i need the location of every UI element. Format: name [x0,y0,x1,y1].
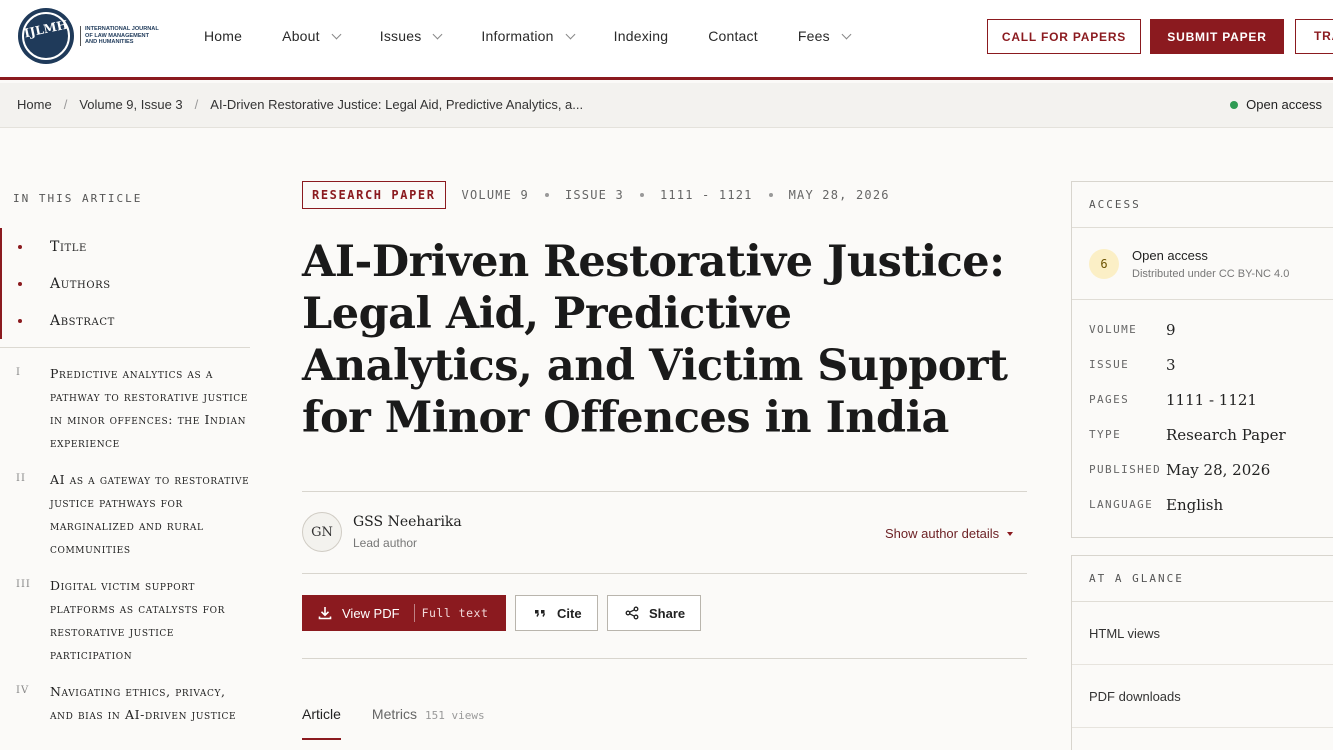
cite-button[interactable]: Cite [515,595,598,631]
meta-separator [544,193,549,197]
open-access-badge: 6 [1089,248,1119,279]
nav-issues[interactable]: Issues [380,26,443,46]
nav-home[interactable]: Home [204,26,242,46]
breadcrumb: Home / Volume 9, Issue 3 / AI-Driven Res… [17,97,583,112]
tab-article[interactable]: Article [302,706,341,740]
share-button[interactable]: Share [607,595,701,631]
views-count: 151 views [425,709,485,722]
toc-section-3[interactable]: III Digital victim support platforms as … [0,574,252,666]
nav-contact[interactable]: Contact [708,26,758,46]
toc-section-4[interactable]: IV Navigating ethics, privacy, and bias … [0,680,252,726]
toc-main-list: Title Authors Abstract [0,228,252,339]
author-role: Lead author [353,536,418,550]
download-icon [318,607,332,620]
breadcrumb-issue[interactable]: Volume 9, Issue 3 [79,97,182,112]
meta-separator [639,193,644,197]
detail-volume: VOLUME 9 [1089,320,1176,339]
toc-heading: IN THIS ARTICLE [13,192,143,205]
open-access-indicator: Open access [1230,97,1322,112]
meta-date: MAY 28, 2026 [788,188,890,202]
open-access-row: 6 Open access Distributed under CC BY-NC… [1072,228,1333,300]
nav-about[interactable]: About [282,26,342,46]
article-actions: View PDF Full text Cite Share [302,595,701,631]
article-type-badge: RESEARCH PAPER [302,181,446,209]
access-panel: ACCESS 6 Open access Distributed under C… [1071,181,1333,538]
detail-language: LANGUAGE English [1089,495,1224,514]
nav-fees[interactable]: Fees [798,26,852,46]
glance-panel-heading: AT A GLANCE [1072,556,1333,602]
journal-logo[interactable]: IJLMH International Journal of Law Manag… [18,8,160,64]
breadcrumb-current: AI-Driven Restorative Justice: Legal Aid… [210,97,584,112]
glance-html-views: HTML views [1072,602,1333,665]
divider [302,491,1027,492]
chevron-down-icon [565,29,576,39]
caret-down-icon [1007,531,1014,536]
breadcrumb-home[interactable]: Home [17,97,52,112]
share-icon [625,606,639,620]
bullet-icon [18,244,22,249]
call-for-papers-button[interactable]: CALL FOR PAPERS [987,19,1141,54]
meta-separator [768,193,773,197]
breadcrumb-separator: / [63,97,68,112]
glance-panel: AT A GLANCE HTML views PDF downloads [1071,555,1333,750]
track-button-cut-off[interactable]: TRA [1295,19,1333,54]
article-title: AI-Driven Restorative Justice: Legal Aid… [302,237,1008,443]
submit-paper-button[interactable]: SUBMIT PAPER [1150,19,1284,54]
article-meta-line: RESEARCH PAPER VOLUME 9 ISSUE 3 1111 - 1… [302,181,890,209]
divider [302,658,1027,659]
toc-divider [0,347,250,348]
toc-section-2[interactable]: II AI as a gateway to restorative justic… [0,468,252,560]
chevron-down-icon [331,29,342,39]
toc-item-title[interactable]: Title [2,228,252,265]
toc-item-authors[interactable]: Authors [2,265,252,302]
logo-seal-icon: IJLMH [18,8,74,64]
chevron-down-icon [432,29,443,39]
breadcrumb-bar: Home / Volume 9, Issue 3 / AI-Driven Res… [0,83,1333,128]
show-author-details-toggle[interactable]: Show author details [885,526,1014,541]
glance-pdf-downloads: PDF downloads [1072,665,1333,728]
meta-volume: VOLUME 9 [461,188,529,202]
license-label[interactable]: Distributed under CC BY-NC 4.0 [1132,268,1289,280]
tab-metrics[interactable]: Metrics 151 views [372,706,485,722]
meta-issue: ISSUE 3 [564,188,624,202]
full-text-label: Full text [421,606,489,620]
chevron-down-icon [841,29,852,39]
bullet-icon [18,281,22,286]
author-avatar: GN [302,512,342,552]
author-block: GN GSS Neeharika Lead author [302,512,462,552]
site-header: IJLMH International Journal of Law Manag… [0,0,1333,80]
detail-issue: ISSUE 3 [1089,355,1176,374]
open-access-label: Open access [1132,247,1208,263]
breadcrumb-separator: / [194,97,199,112]
main-nav: Home About Issues Information Indexing C… [204,26,890,46]
logo-text: International Journal of Law Management … [80,26,160,46]
quote-icon [535,610,546,617]
divider [302,573,1027,574]
detail-type: TYPE Research Paper [1089,425,1286,444]
nav-indexing[interactable]: Indexing [614,26,669,46]
nav-information[interactable]: Information [481,26,576,46]
meta-pages: 1111 - 1121 [659,188,753,202]
author-name[interactable]: GSS Neeharika [353,514,462,530]
status-dot-icon [1230,100,1239,109]
toc-section-1[interactable]: I Predictive analytics as a pathway to r… [0,362,252,454]
article-toc: IN THIS ARTICLE Title Authors Abstract I… [0,180,252,726]
toc-item-abstract[interactable]: Abstract [2,302,252,339]
detail-published: PUBLISHED May 28, 2026 [1089,460,1271,479]
bullet-icon [18,318,22,323]
access-panel-heading: ACCESS [1072,182,1333,228]
view-pdf-button[interactable]: View PDF Full text [302,595,506,631]
article-tabs: Article Metrics 151 views [302,706,485,740]
detail-pages: PAGES 1111 - 1121 [1089,390,1257,409]
article-meta: VOLUME 9 ISSUE 3 1111 - 1121 MAY 28, 202… [446,188,890,202]
